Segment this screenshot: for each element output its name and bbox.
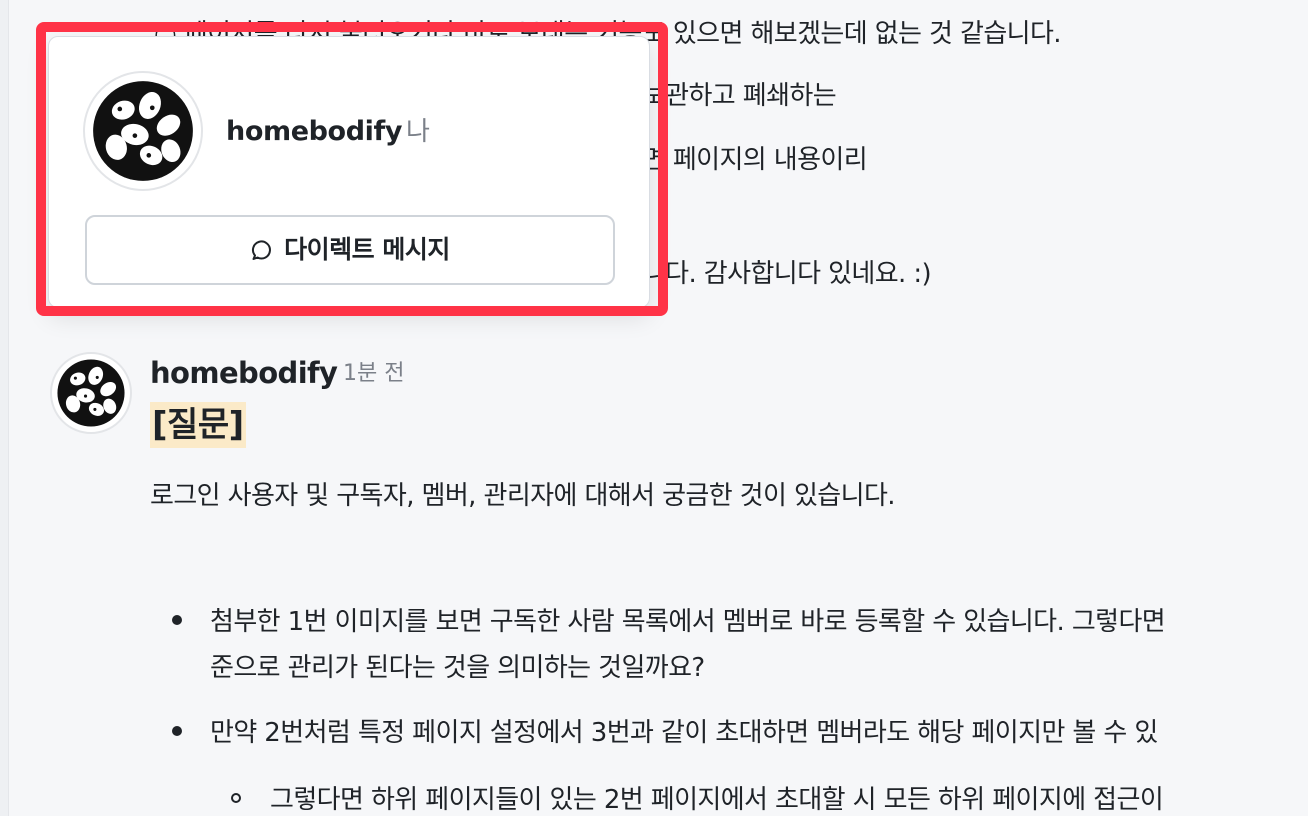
direct-message-label: 다이렉트 메시지 — [284, 235, 450, 264]
homebodify-logo-icon — [53, 355, 129, 431]
self-indicator: 나 — [406, 117, 430, 147]
popover-user-name[interactable]: homebodify — [226, 115, 402, 149]
message-author-name[interactable]: homebodify — [150, 354, 338, 392]
bullet-dot — [172, 726, 182, 736]
sub-bullet-1-line-1: 그렇다면 하위 페이지들이 있는 2번 페이지에서 초대할 시 모든 하위 페이… — [270, 785, 1164, 815]
homebodify-logo-icon — [87, 75, 199, 187]
popover-avatar[interactable] — [83, 71, 203, 191]
question-tag: [질문] — [150, 402, 246, 448]
chat-bubble-icon — [250, 238, 274, 262]
message-timestamp: 1분 전 — [343, 361, 405, 386]
bullet-1-line-2: 준으로 관리가 된다는 것을 의미하는 것일까요? — [210, 653, 705, 683]
sub-bullet-ring — [231, 793, 241, 803]
direct-message-button[interactable]: 다이렉트 메시지 — [85, 215, 615, 285]
bullet-1-line-1: 첨부한 1번 이미지를 보면 구독한 사람 목록에서 멤버로 바로 등록할 수 … — [210, 607, 1166, 637]
bullet-dot — [172, 615, 182, 625]
user-profile-popover: homebodify 나 다이렉트 메시지 — [48, 36, 650, 308]
message-intro: 로그인 사용자 및 구독자, 멤버, 관리자에 대해서 궁금한 것이 있습니다. — [150, 481, 896, 511]
message-author-avatar[interactable] — [50, 352, 132, 434]
bullet-2-line-1: 만약 2번처럼 특정 페이지 설정에서 3번과 같이 초대하면 멤버라도 해당 … — [210, 718, 1158, 748]
